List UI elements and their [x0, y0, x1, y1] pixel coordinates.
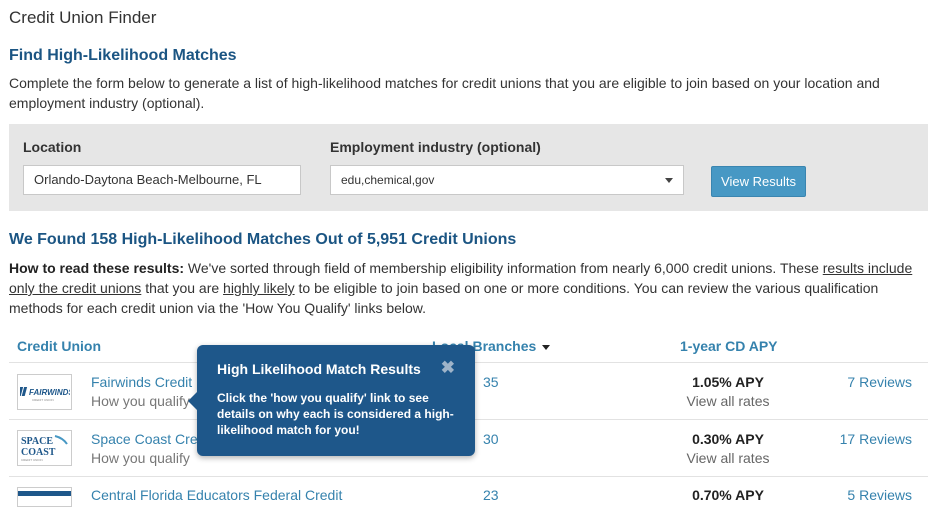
col-header-credit-union[interactable]: Credit Union	[17, 338, 101, 354]
space-coast-logo[interactable]: SPACE COAST CREDIT UNION	[17, 430, 72, 466]
svg-text:FAIRWINDS: FAIRWINDS	[29, 388, 70, 397]
how-to-read-label: How to read these results:	[9, 260, 185, 276]
how-text-1: We've sorted through field of membership…	[184, 260, 823, 276]
industry-label: Employment industry (optional)	[330, 139, 541, 155]
space-coast-logo-mark: SPACE COAST CREDIT UNION	[21, 435, 68, 462]
industry-select-value: edu,chemical,gov	[341, 173, 435, 187]
section-heading: Find High-Likelihood Matches	[9, 47, 237, 64]
reviews-link[interactable]: 17 Reviews	[840, 431, 912, 447]
local-branches-count[interactable]: 35	[483, 374, 499, 390]
how-text-2: that you are	[141, 280, 224, 296]
view-all-rates-link[interactable]: View all rates	[628, 393, 828, 409]
popover-body: Click the 'how you qualify' link to see …	[217, 391, 454, 437]
logo-bar	[18, 491, 71, 496]
page-title: Credit Union Finder	[9, 8, 157, 27]
local-branches-count[interactable]: 30	[483, 431, 499, 447]
svg-text:COAST: COAST	[21, 447, 56, 458]
svg-text:CREDIT UNION: CREDIT UNION	[21, 458, 43, 462]
industry-select[interactable]: edu,chemical,gov	[330, 165, 684, 195]
how-you-qualify-link[interactable]: How you qualify	[91, 393, 190, 409]
popover-arrow	[188, 392, 197, 410]
fairwinds-logo-mark: FAIRWINDS CREDIT UNION	[19, 387, 70, 402]
col-header-apy[interactable]: 1-year CD APY	[680, 338, 778, 354]
sort-down-icon	[542, 344, 551, 350]
reviews-link[interactable]: 7 Reviews	[847, 374, 912, 390]
how-to-read-text: How to read these results: We've sorted …	[9, 258, 929, 318]
table-divider	[9, 476, 928, 477]
location-label: Location	[23, 139, 82, 155]
chevron-down-icon	[665, 178, 673, 183]
popover-title: High Likelihood Match Results	[217, 361, 421, 377]
match-results-popover: High Likelihood Match Results ✖ Click th…	[188, 345, 475, 456]
central-florida-logo[interactable]	[17, 487, 72, 507]
fairwinds-logo[interactable]: FAIRWINDS CREDIT UNION	[17, 374, 72, 410]
svg-text:CREDIT UNION: CREDIT UNION	[32, 398, 54, 402]
apy-value: 1.05% APY	[692, 374, 764, 390]
svg-text:SPACE: SPACE	[21, 436, 53, 447]
search-form-panel: Location Orlando-Daytona Beach-Melbourne…	[9, 124, 928, 211]
highly-likely-link[interactable]: highly likely	[223, 280, 295, 296]
view-all-rates-link[interactable]: View all rates	[628, 450, 828, 466]
results-heading: We Found 158 High-Likelihood Matches Out…	[9, 231, 517, 248]
intro-text: Complete the form below to generate a li…	[9, 75, 880, 111]
how-you-qualify-link[interactable]: How you qualify	[91, 450, 190, 466]
location-input[interactable]: Orlando-Daytona Beach-Melbourne, FL	[23, 165, 301, 195]
apy-value: 0.70% APY	[692, 487, 764, 503]
credit-union-name-link[interactable]: Central Florida Educators Federal Credit	[91, 487, 342, 503]
apy-value: 0.30% APY	[692, 431, 764, 447]
close-icon[interactable]: ✖	[441, 358, 455, 378]
reviews-link[interactable]: 5 Reviews	[847, 487, 912, 503]
view-results-button[interactable]: View Results	[711, 166, 806, 197]
local-branches-count[interactable]: 23	[483, 487, 499, 503]
